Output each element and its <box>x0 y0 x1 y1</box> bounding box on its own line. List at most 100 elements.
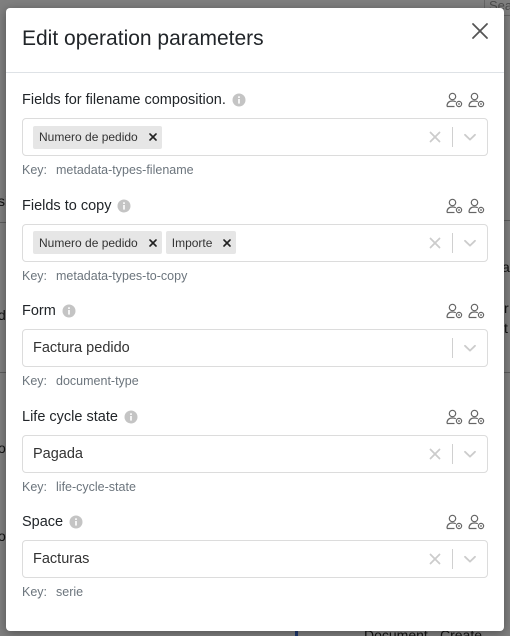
dropdown-button[interactable] <box>453 541 487 577</box>
user-gear-icon[interactable] <box>446 513 464 531</box>
dropdown-button[interactable] <box>453 436 487 472</box>
select-value-area[interactable]: Facturas <box>23 541 418 577</box>
select-control[interactable]: Pagada <box>22 434 488 473</box>
select-indicators <box>418 541 487 577</box>
select-control[interactable]: Numero de pedido Importe <box>22 223 488 262</box>
info-icon[interactable] <box>117 199 131 213</box>
modal-header: Edit operation parameters <box>6 8 504 73</box>
tag-remove-icon <box>148 238 157 247</box>
select-indicators <box>452 330 487 366</box>
tag-remove-icon <box>148 133 157 141</box>
user-gear-icon[interactable] <box>446 197 464 215</box>
key-value: life-cycle-state <box>56 479 136 494</box>
selected-tag: Numero de pedido <box>33 231 162 254</box>
field-header: Fields to copy <box>22 196 488 216</box>
modal-body: Fields for filename composition. Numero … <box>6 73 504 618</box>
key-label: Key: <box>22 585 48 599</box>
select-control[interactable]: Factura pedido <box>22 329 488 367</box>
field-label: Fields to copy <box>22 197 112 214</box>
field-key: Key: document-type <box>22 374 488 388</box>
chevron-down-icon <box>464 239 476 246</box>
field-header: Form <box>22 301 488 321</box>
clear-button[interactable] <box>418 436 452 472</box>
select-value-area[interactable]: Numero de pedido Importe <box>23 225 418 261</box>
selected-tag: Numero de pedido <box>33 125 162 149</box>
select-indicators <box>418 119 487 155</box>
field-key: Key: metadata-types-to-copy <box>22 269 488 283</box>
key-label: Key: <box>22 479 48 494</box>
user-gear-icon[interactable] <box>446 302 464 320</box>
field-label: Space <box>22 514 64 530</box>
select-value-area[interactable]: Factura pedido <box>23 330 452 366</box>
clear-icon <box>429 131 441 143</box>
user-gear-icon[interactable] <box>468 197 486 215</box>
clear-button[interactable] <box>418 541 452 577</box>
select-control[interactable]: Numero de pedido <box>22 118 488 156</box>
tag-remove-icon <box>223 238 232 247</box>
user-icons <box>446 91 486 109</box>
select-value-area[interactable]: Numero de pedido <box>23 119 418 155</box>
field-header: Life cycle state <box>22 407 488 427</box>
tag-remove-button[interactable] <box>218 231 236 254</box>
dropdown-button[interactable] <box>453 225 487 261</box>
field-label: Life cycle state <box>22 408 118 425</box>
key-value: serie <box>56 585 84 599</box>
chevron-down-icon <box>464 555 476 563</box>
user-gear-icon[interactable] <box>446 408 464 426</box>
info-icon[interactable] <box>124 410 138 424</box>
chevron-down-icon <box>464 344 476 352</box>
chevron-down-icon <box>464 450 476 457</box>
select-value-area[interactable]: Pagada <box>23 436 418 472</box>
parameter-field-serie: Space Facturas Key: serie <box>22 512 488 618</box>
user-gear-icon[interactable] <box>468 513 486 531</box>
modal-title: Edit operation parameters <box>22 27 264 50</box>
key-value: metadata-types-filename <box>56 163 194 177</box>
dropdown-button[interactable] <box>453 330 487 366</box>
close-button[interactable] <box>470 21 490 41</box>
selected-tag: Importe <box>165 231 237 254</box>
select-indicators <box>418 436 487 472</box>
tag-remove-button[interactable] <box>144 126 162 149</box>
clear-icon <box>429 553 441 565</box>
tag-label: Numero de pedido <box>39 130 138 144</box>
tag-remove-button[interactable] <box>144 231 162 254</box>
parameter-field-metadata-types-filename: Fields for filename composition. Numero … <box>22 90 488 196</box>
select-control[interactable]: Facturas <box>22 540 488 578</box>
parameter-field-metadata-types-to-copy: Fields to copy Numero de pedido Importe … <box>22 196 488 302</box>
info-icon[interactable] <box>62 304 76 318</box>
field-label: Form <box>22 303 56 319</box>
key-value: metadata-types-to-copy <box>56 268 188 283</box>
info-icon[interactable] <box>232 93 246 107</box>
field-key: Key: serie <box>22 585 488 599</box>
user-gear-icon[interactable] <box>468 408 486 426</box>
key-label: Key: <box>22 268 48 283</box>
selected-value: Factura pedido <box>33 340 130 356</box>
user-icons <box>446 513 486 531</box>
selected-value: Facturas <box>33 551 90 567</box>
user-icons <box>446 197 486 215</box>
field-header: Fields for filename composition. <box>22 90 488 110</box>
clear-icon <box>429 237 441 248</box>
field-key: Key: metadata-types-filename <box>22 163 488 177</box>
user-gear-icon[interactable] <box>446 91 464 109</box>
key-label: Key: <box>22 374 48 388</box>
key-value: document-type <box>56 374 139 388</box>
user-gear-icon[interactable] <box>468 302 486 320</box>
clear-icon <box>429 448 441 459</box>
field-key: Key: life-cycle-state <box>22 480 488 494</box>
info-icon[interactable] <box>69 515 83 529</box>
chevron-down-icon <box>464 133 476 141</box>
user-icons <box>446 408 486 426</box>
selected-value: Pagada <box>33 445 83 462</box>
clear-button[interactable] <box>418 225 452 261</box>
close-icon <box>472 23 488 39</box>
edit-parameters-modal: Edit operation parameters Fields for fil… <box>6 8 504 631</box>
field-label: Fields for filename composition. <box>22 92 226 108</box>
tag-label: Numero de pedido <box>39 235 138 250</box>
parameter-field-life-cycle-state: Life cycle state Pagada Key: life-cycle-… <box>22 407 488 513</box>
dropdown-button[interactable] <box>453 119 487 155</box>
user-gear-icon[interactable] <box>468 91 486 109</box>
tag-label: Importe <box>171 235 213 250</box>
key-label: Key: <box>22 163 48 177</box>
clear-button[interactable] <box>418 119 452 155</box>
